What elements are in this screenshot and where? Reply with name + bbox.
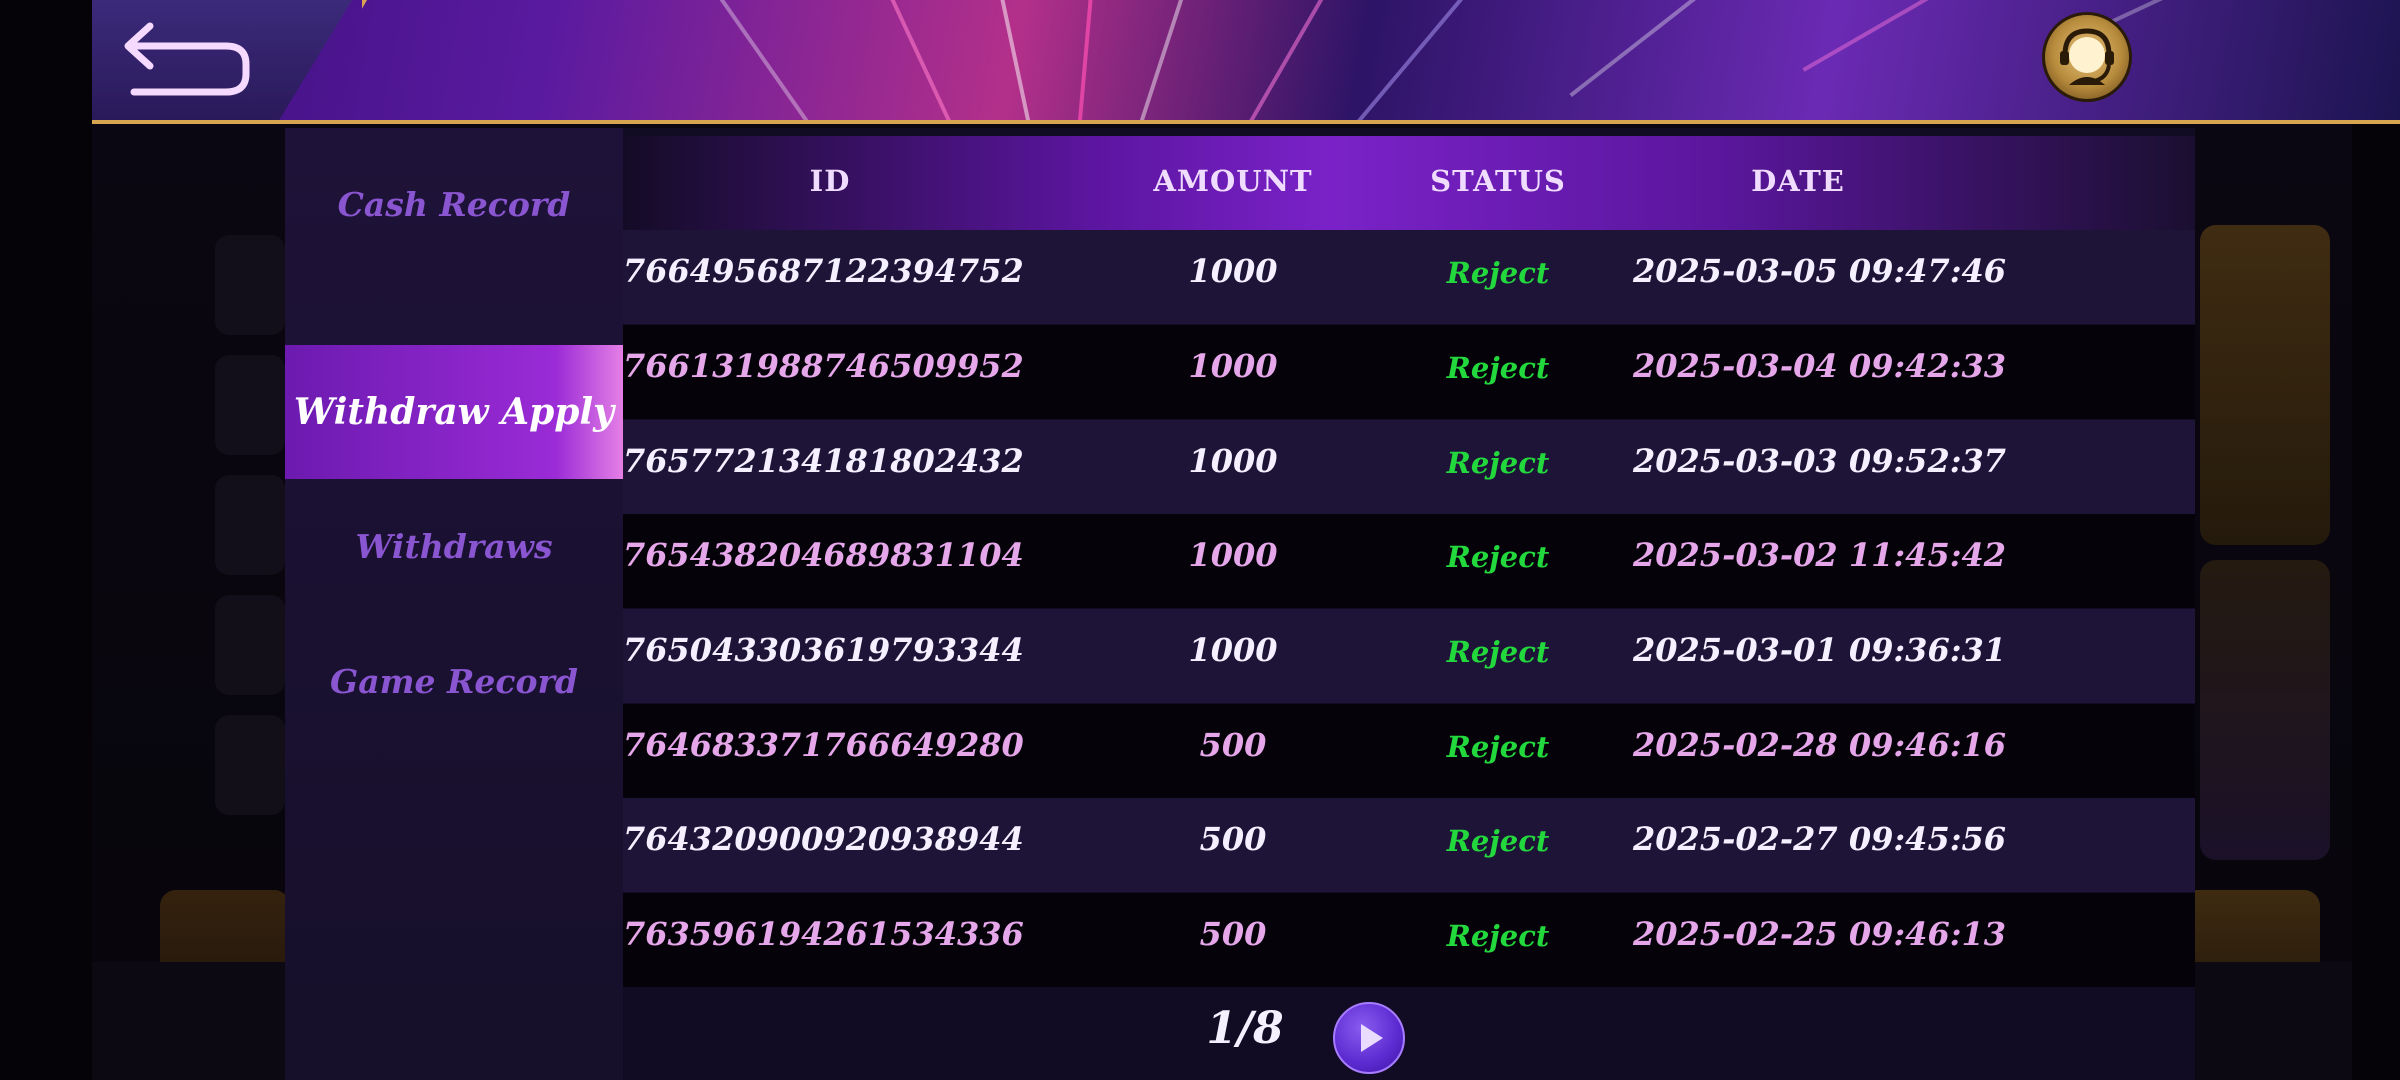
bg-game-card [2200,225,2330,545]
back-button[interactable] [118,12,258,102]
cell-status: Reject [1446,256,1550,290]
bg-history-tile [215,355,285,455]
cell-id: 766495687122394752 [623,252,1024,290]
column-header-date: DATE [1751,164,1845,198]
sidebar-item-label: Withdraw Apply [293,391,615,433]
customer-support-button[interactable] [2042,12,2132,102]
page-indicator: 1/8 [1206,1003,1284,1054]
table-row[interactable]: 765438204689831104 1000 Reject 2025-03-0… [623,514,2195,608]
cell-amount: 1000 [1188,252,1278,290]
bg-game-card [2200,560,2330,860]
back-arrow-icon [124,22,250,96]
cell-date: 2025-03-01 09:36:31 [1633,631,2007,669]
bg-cash-tile [215,475,285,575]
cell-date: 2025-03-05 09:47:46 [1633,252,2007,290]
cell-amount: 1000 [1188,536,1278,574]
column-header-status: STATUS [1430,164,1566,198]
next-page-button[interactable] [1333,1002,1405,1074]
table-row[interactable]: 764320900920938944 500 Reject 2025-02-27… [623,798,2195,892]
cell-date: 2025-03-04 09:42:33 [1633,347,2007,385]
sidebar-item-withdraws[interactable]: Withdraws [285,479,623,613]
customer-support-icon [2060,28,2114,85]
table-row[interactable]: 765772134181802432 1000 Reject 2025-03-0… [623,420,2195,514]
cell-status: Reject [1446,446,1550,480]
cell-status: Reject [1446,824,1550,858]
cell-status: Reject [1446,730,1550,764]
cell-status: Reject [1446,351,1550,385]
sidebar-item-label: Cash Record [337,184,571,224]
cell-date: 2025-02-27 09:45:56 [1633,820,2007,858]
cell-date: 2025-03-02 11:45:42 [1633,536,2007,574]
cell-id: 763596194261534336 [623,915,1024,953]
cell-id: 764683371766649280 [623,726,1024,764]
sidebar-item-withdraw-apply[interactable]: Withdraw Apply [285,345,623,479]
cell-id: 765043303619793344 [623,631,1024,669]
table-row[interactable]: 766495687122394752 1000 Reject 2025-03-0… [623,230,2195,324]
cell-date: 2025-02-28 09:46:16 [1633,726,2007,764]
cell-date: 2025-03-03 09:52:37 [1633,442,2007,480]
bg-users-tile [215,595,285,695]
records-sidebar: Cash Record Withdraw Apply Withdraws Gam… [285,128,623,1080]
cell-status: Reject [1446,540,1550,574]
cell-amount: 500 [1199,915,1267,953]
bg-games-tile [215,715,285,815]
cell-date: 2025-02-25 09:46:13 [1633,915,2007,953]
cell-id: 765772134181802432 [623,442,1024,480]
cell-status: Reject [1446,635,1550,669]
sidebar-item-game-record[interactable]: Game Record [285,614,623,748]
cell-amount: 1000 [1188,442,1278,480]
cell-id: 764320900920938944 [623,820,1024,858]
cell-id: 766131988746509952 [623,347,1024,385]
cell-amount: 500 [1199,820,1267,858]
sidebar-item-label: Game Record [330,661,578,701]
withdraw-table: ID AMOUNT STATUS DATE 766495687122394752… [623,136,2195,987]
table-header: ID AMOUNT STATUS DATE [623,136,2195,230]
cell-amount: 1000 [1188,347,1278,385]
sidebar-item-label: Withdraws [355,526,553,566]
column-header-id: ID [809,164,851,198]
table-row[interactable]: 764683371766649280 500 Reject 2025-02-28… [623,704,2195,798]
table-row[interactable]: 763596194261534336 500 Reject 2025-02-25… [623,893,2195,987]
play-next-icon [1361,1024,1383,1052]
cell-status: Reject [1446,919,1550,953]
bg-home-tile [215,235,285,335]
column-header-amount: AMOUNT [1153,164,1313,198]
sidebar-item-cash-record[interactable]: Cash Record [285,137,623,271]
cell-amount: 500 [1199,726,1267,764]
cell-amount: 1000 [1188,631,1278,669]
table-row[interactable]: 765043303619793344 1000 Reject 2025-03-0… [623,609,2195,703]
cell-id: 765438204689831104 [623,536,1024,574]
table-row[interactable]: 766131988746509952 1000 Reject 2025-03-0… [623,325,2195,419]
